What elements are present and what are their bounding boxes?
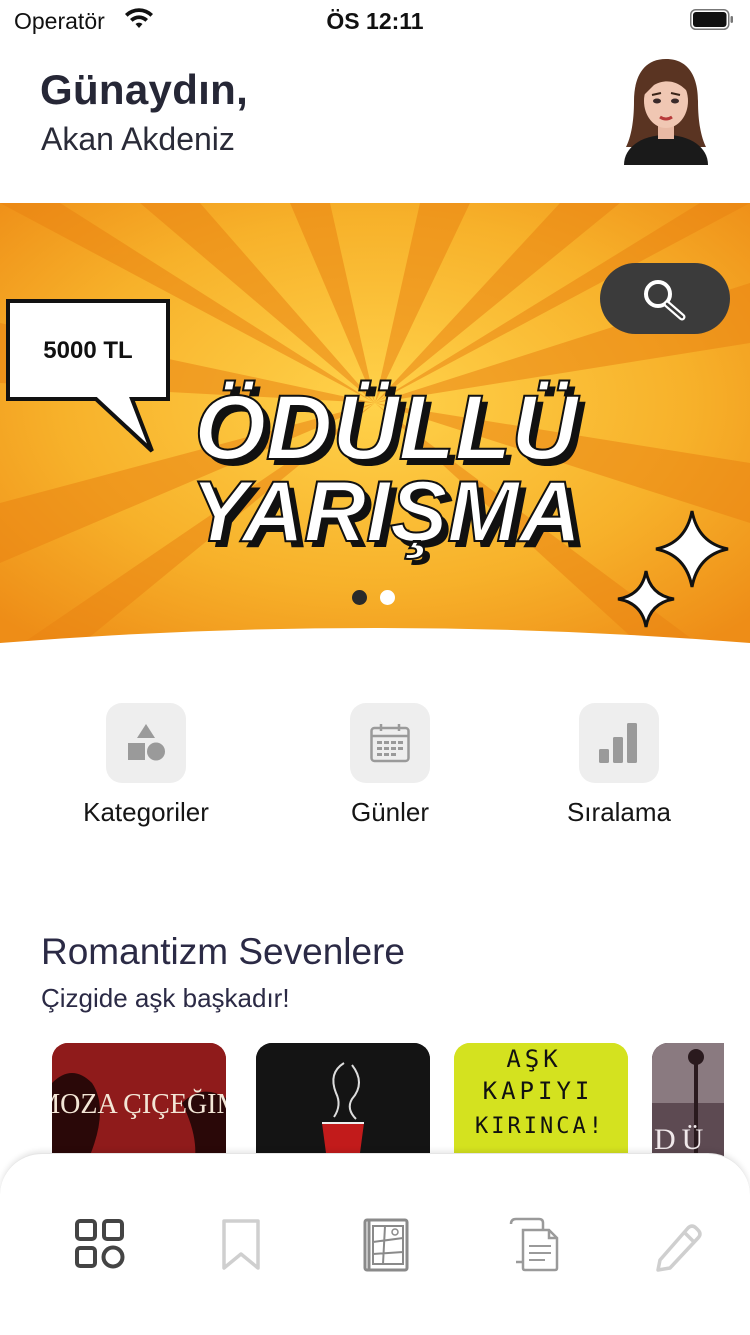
search-button[interactable] (600, 263, 730, 334)
tab-bookmarks[interactable] (211, 1214, 271, 1274)
calendar-icon (370, 724, 410, 763)
grid-icon (75, 1219, 125, 1269)
page-dot-2[interactable] (380, 590, 395, 605)
quick-action-ranking[interactable]: Sıralama (519, 703, 719, 843)
documents-icon (509, 1217, 559, 1272)
clock: ÖS 12:11 (326, 8, 424, 34)
page-dot-1[interactable] (352, 590, 367, 605)
tab-write[interactable] (648, 1214, 708, 1274)
categories-label: Kategoriler (83, 797, 209, 827)
battery-icon (690, 9, 733, 30)
bar-chart-icon (599, 723, 637, 763)
avatar[interactable] (620, 55, 712, 165)
search-icon (644, 280, 686, 321)
book-3-line1: AŞK (506, 1045, 561, 1073)
book-1-title: MIMOZA ÇIÇEĞIMIN (52, 1089, 226, 1120)
user-name: Akan Akdeniz (41, 121, 235, 157)
banner-badge: 5000 TL (43, 337, 132, 364)
days-tile (350, 703, 430, 783)
comic-book-icon (363, 1218, 409, 1272)
tab-bar (0, 1153, 750, 1335)
pencil-icon (656, 1224, 702, 1272)
tab-documents[interactable] (505, 1214, 565, 1274)
book-3-line3: KIRINCA! (475, 1114, 605, 1139)
ranking-label: Sıralama (566, 797, 672, 827)
book-3-line2: KAPIYI (483, 1077, 594, 1105)
banner-pagination[interactable] (352, 590, 400, 606)
quick-action-categories[interactable]: Kategoriler (46, 703, 246, 843)
categories-tile (106, 703, 186, 783)
status-bar: Operatör ÖS 12:11 (0, 0, 750, 40)
bookmark-icon (222, 1219, 260, 1270)
tab-home[interactable] (70, 1214, 130, 1274)
tab-comics[interactable] (355, 1214, 415, 1274)
section-subtitle: Çizgide aşk başkadır! (41, 983, 290, 1013)
quick-action-days[interactable]: Günler (290, 703, 490, 843)
greeting-title: Günaydın, (40, 66, 249, 113)
days-label: Günler (350, 797, 430, 827)
ranking-tile (579, 703, 659, 783)
shapes-icon (128, 724, 165, 761)
section-title: Romantizm Sevenlere (41, 931, 405, 972)
book-4-title: DÜ (654, 1123, 709, 1156)
banner-line2: YARIŞMA (191, 464, 581, 560)
